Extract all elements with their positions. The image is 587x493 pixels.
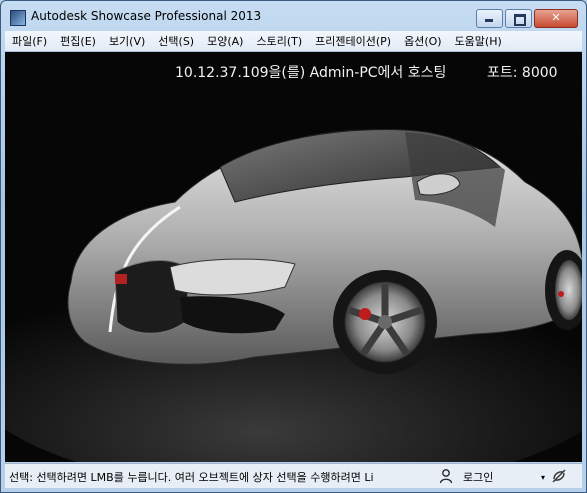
rear-rim <box>555 260 582 320</box>
minimize-button[interactable] <box>476 9 503 28</box>
disconnect-icon[interactable] <box>551 468 567 484</box>
app-window: Autodesk Showcase Professional 2013 ✕ 파일… <box>0 0 587 493</box>
user-search-icon[interactable] <box>439 468 455 484</box>
menu-story[interactable]: 스토리(T) <box>249 33 308 49</box>
menu-help[interactable]: 도움말(H) <box>448 33 508 49</box>
menu-edit[interactable]: 편집(E) <box>53 33 102 49</box>
menu-select[interactable]: 선택(S) <box>151 33 200 49</box>
host-info-label: 10.12.37.109을(를) Admin-PC에서 호스팅 <box>175 65 447 81</box>
menu-options[interactable]: 옵션(O) <box>397 33 447 49</box>
caption-buttons: ✕ <box>474 9 578 28</box>
front-brake-caliper <box>359 308 371 320</box>
close-button[interactable]: ✕ <box>534 9 578 28</box>
status-bar: 선택: 선택하려면 LMB를 누릅니다. 여러 오브젝트에 상자 선택을 수행하… <box>5 463 582 488</box>
menu-file[interactable]: 파일(F) <box>5 33 53 49</box>
window-title: Autodesk Showcase Professional 2013 <box>31 9 262 23</box>
login-button[interactable]: 로그인 <box>463 469 493 485</box>
maximize-icon <box>514 14 526 26</box>
maximize-button[interactable] <box>505 9 532 28</box>
menu-appearance[interactable]: 모양(A) <box>200 33 249 49</box>
chevron-down-icon[interactable]: ▾ <box>541 473 545 482</box>
status-message: 선택: 선택하려면 LMB를 누릅니다. 여러 오브젝트에 상자 선택을 수행하… <box>9 471 374 484</box>
menu-view[interactable]: 보기(V) <box>102 33 151 49</box>
3d-viewport[interactable]: 10.12.37.109을(를) Admin-PC에서 호스팅 포트: 8000 <box>5 52 582 462</box>
minimize-icon <box>485 19 493 22</box>
port-info-label: 포트: 8000 <box>487 65 558 81</box>
showcase-app-icon[interactable] <box>10 10 26 26</box>
close-icon: ✕ <box>551 11 561 24</box>
menu-presentation[interactable]: 프리젠테이션(P) <box>308 33 397 49</box>
car-render[interactable] <box>5 52 582 462</box>
badge <box>115 274 127 284</box>
menu-bar: 파일(F) 편집(E) 보기(V) 선택(S) 모양(A) 스토리(T) 프리젠… <box>5 31 582 52</box>
title-bar[interactable]: Autodesk Showcase Professional 2013 ✕ <box>1 1 586 31</box>
